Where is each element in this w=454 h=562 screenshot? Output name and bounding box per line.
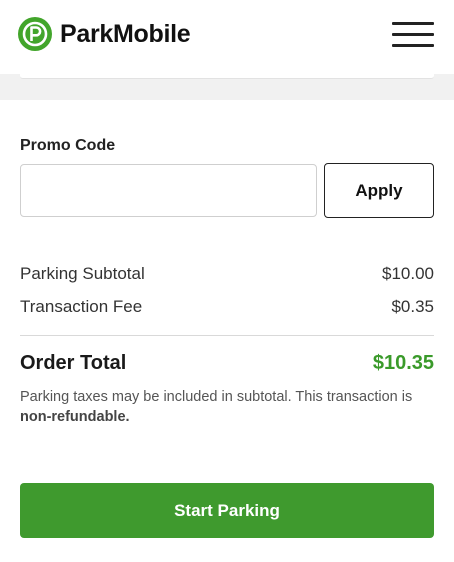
brand-name: ParkMobile <box>60 19 191 48</box>
promo-code-label: Promo Code <box>20 137 116 154</box>
parking-subtotal-value: $10.00 <box>382 264 434 283</box>
disclaimer-text: Parking taxes may be included in subtota… <box>20 389 413 405</box>
previous-card-edge <box>20 74 434 79</box>
apply-promo-button[interactable]: Apply <box>324 163 434 218</box>
transaction-fee-label: Transaction Fee <box>20 297 143 316</box>
transaction-fee-row: Transaction Fee $0.35 <box>20 297 434 317</box>
menu-bar-bottom <box>392 44 434 47</box>
refund-disclaimer: Parking taxes may be included in subtota… <box>20 387 434 427</box>
parkmobile-p-logo-icon <box>18 17 52 51</box>
parking-subtotal-row: Parking Subtotal $10.00 <box>20 264 434 284</box>
transaction-fee-value: $0.35 <box>391 297 434 316</box>
promo-code-input[interactable] <box>20 164 317 217</box>
non-refundable-emphasis: non-refundable. <box>20 409 130 425</box>
brand-logo[interactable]: ParkMobile <box>18 17 191 51</box>
menu-bar-middle <box>392 33 434 36</box>
order-total-label: Order Total <box>20 352 127 374</box>
order-total-value: $10.35 <box>372 352 434 374</box>
hamburger-menu-icon[interactable] <box>392 20 434 50</box>
app-header: ParkMobile <box>0 0 454 74</box>
summary-divider <box>20 335 434 336</box>
menu-bar-top <box>392 22 434 25</box>
parking-subtotal-label: Parking Subtotal <box>20 264 145 283</box>
start-parking-button[interactable]: Start Parking <box>20 483 434 538</box>
order-total-row: Order Total $10.35 <box>20 352 434 375</box>
